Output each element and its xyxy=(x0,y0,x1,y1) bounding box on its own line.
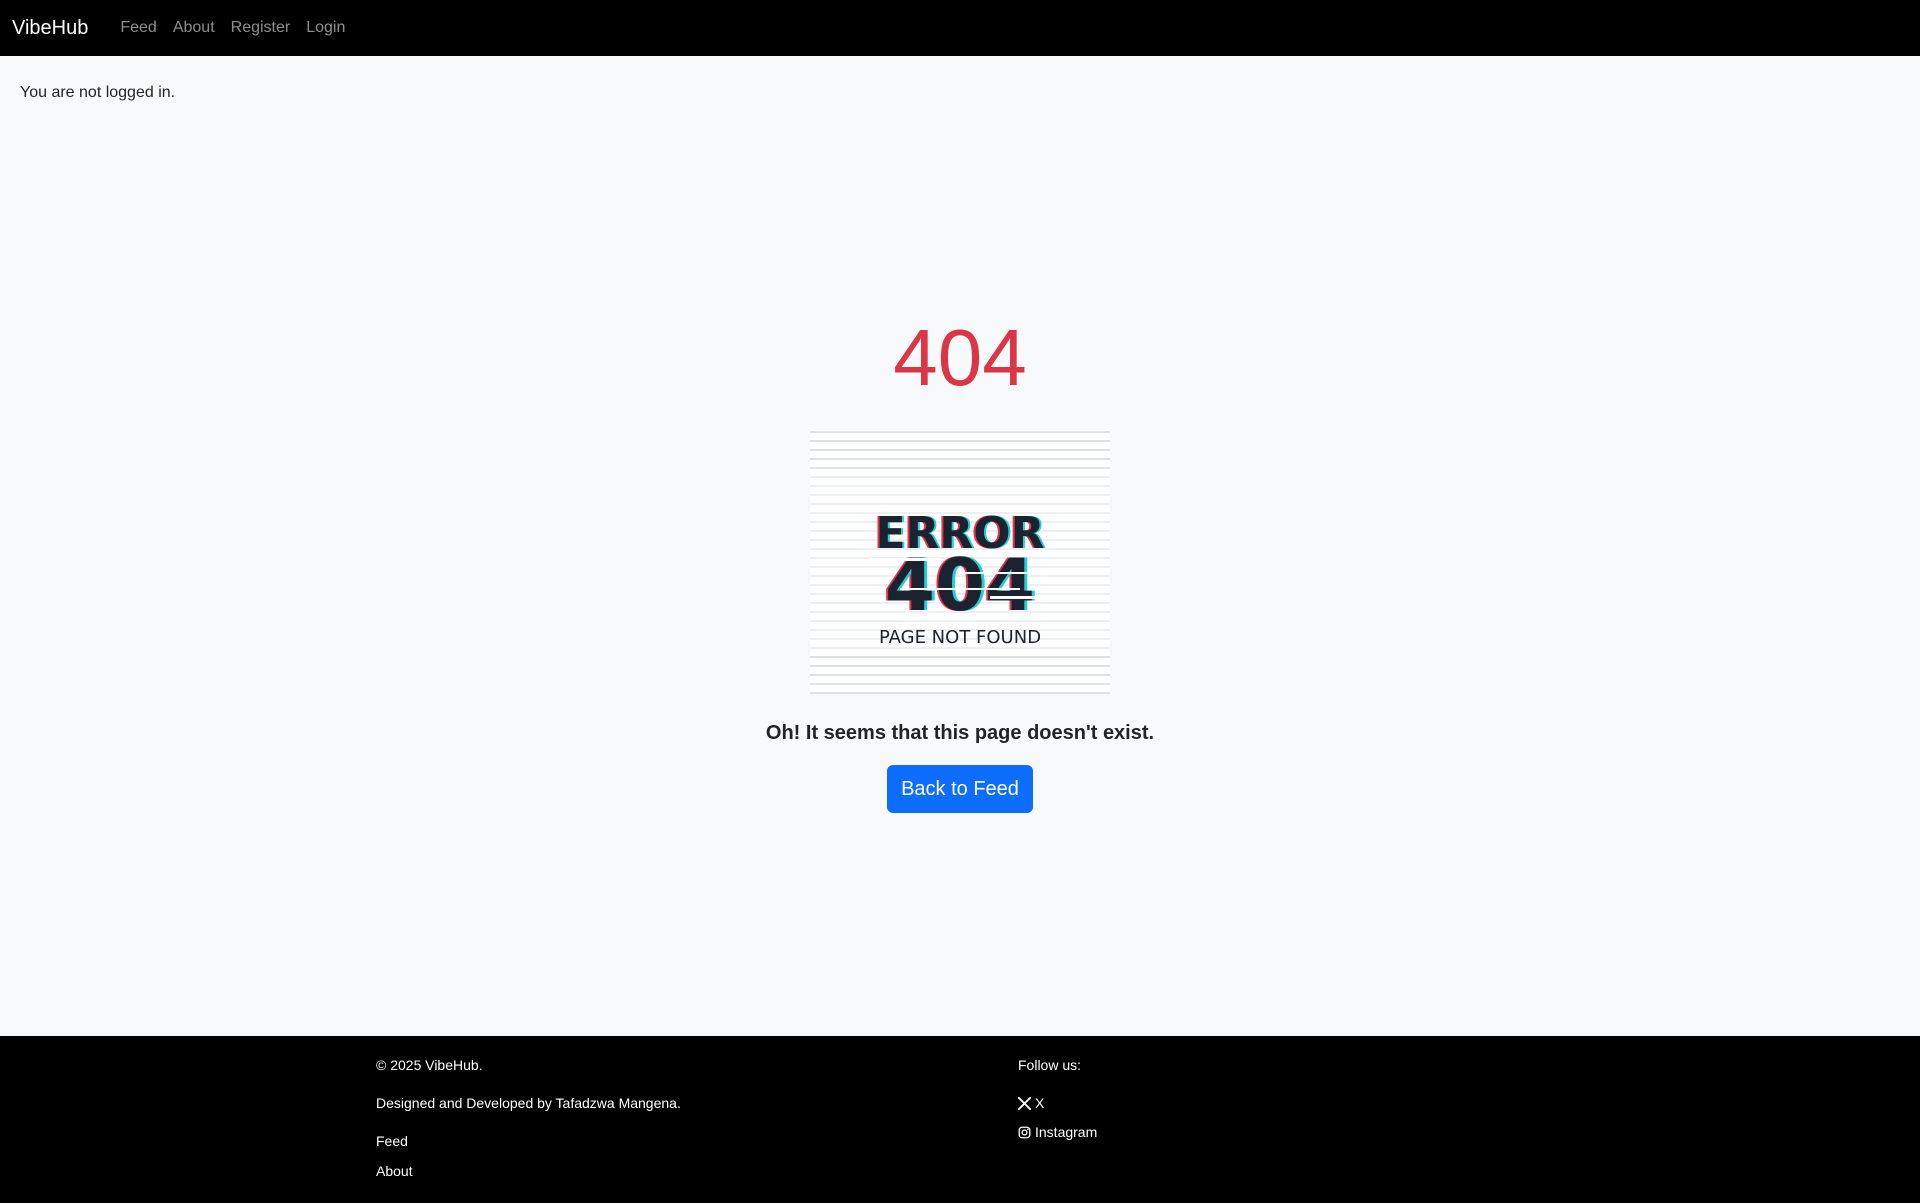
brand-link[interactable]: VibeHub xyxy=(12,0,88,56)
social-label-instagram: Instagram xyxy=(1035,1124,1098,1140)
social-link-x[interactable]: X xyxy=(1018,1094,1097,1112)
footer: © 2025 VibeHub. Designed and Developed b… xyxy=(0,1036,1920,1203)
footer-credit: Designed and Developed by Tafadzwa Mange… xyxy=(376,1095,681,1111)
illustration-subtitle: PAGE NOT FOUND xyxy=(879,627,1041,648)
illustration-code: 404 xyxy=(885,543,1035,627)
nav-link-about[interactable]: About xyxy=(165,0,223,56)
nav-link-feed[interactable]: Feed xyxy=(112,0,164,56)
social-label-x: X xyxy=(1035,1095,1045,1111)
footer-left-column: © 2025 VibeHub. Designed and Developed b… xyxy=(376,1056,681,1180)
back-to-feed-button[interactable]: Back to Feed xyxy=(887,765,1033,813)
main-content: 404 ERROR ERROR ERROR 404 404 404 PAGE N… xyxy=(0,56,1920,1036)
footer-copyright: © 2025 VibeHub. xyxy=(376,1057,483,1073)
error-message: Oh! It seems that this page doesn't exis… xyxy=(765,722,1155,744)
x-icon xyxy=(1018,1096,1031,1110)
glitch-slice xyxy=(990,596,1050,599)
nav-link-login[interactable]: Login xyxy=(298,0,353,56)
error-404-glitch-image: ERROR ERROR ERROR 404 404 404 PAGE NOT F… xyxy=(810,430,1110,694)
glitch-slice xyxy=(900,588,1020,590)
glitch-slice xyxy=(960,572,1040,574)
footer-link-feed[interactable]: Feed xyxy=(376,1132,681,1150)
nav-link-register[interactable]: Register xyxy=(223,0,299,56)
error-404-illustration: ERROR ERROR ERROR 404 404 404 PAGE NOT F… xyxy=(810,430,1110,694)
navbar: VibeHub Feed About Register Login xyxy=(0,0,1920,56)
error-code-heading: 404 xyxy=(893,313,1027,402)
glitch-slice xyxy=(870,558,940,561)
instagram-icon xyxy=(1018,1126,1031,1138)
footer-follow-label: Follow us: xyxy=(1018,1057,1082,1073)
footer-link-about[interactable]: About xyxy=(376,1162,681,1180)
footer-right-column: Follow us: X Instagram xyxy=(1018,1056,1097,1141)
social-link-instagram[interactable]: Instagram xyxy=(1018,1123,1097,1141)
